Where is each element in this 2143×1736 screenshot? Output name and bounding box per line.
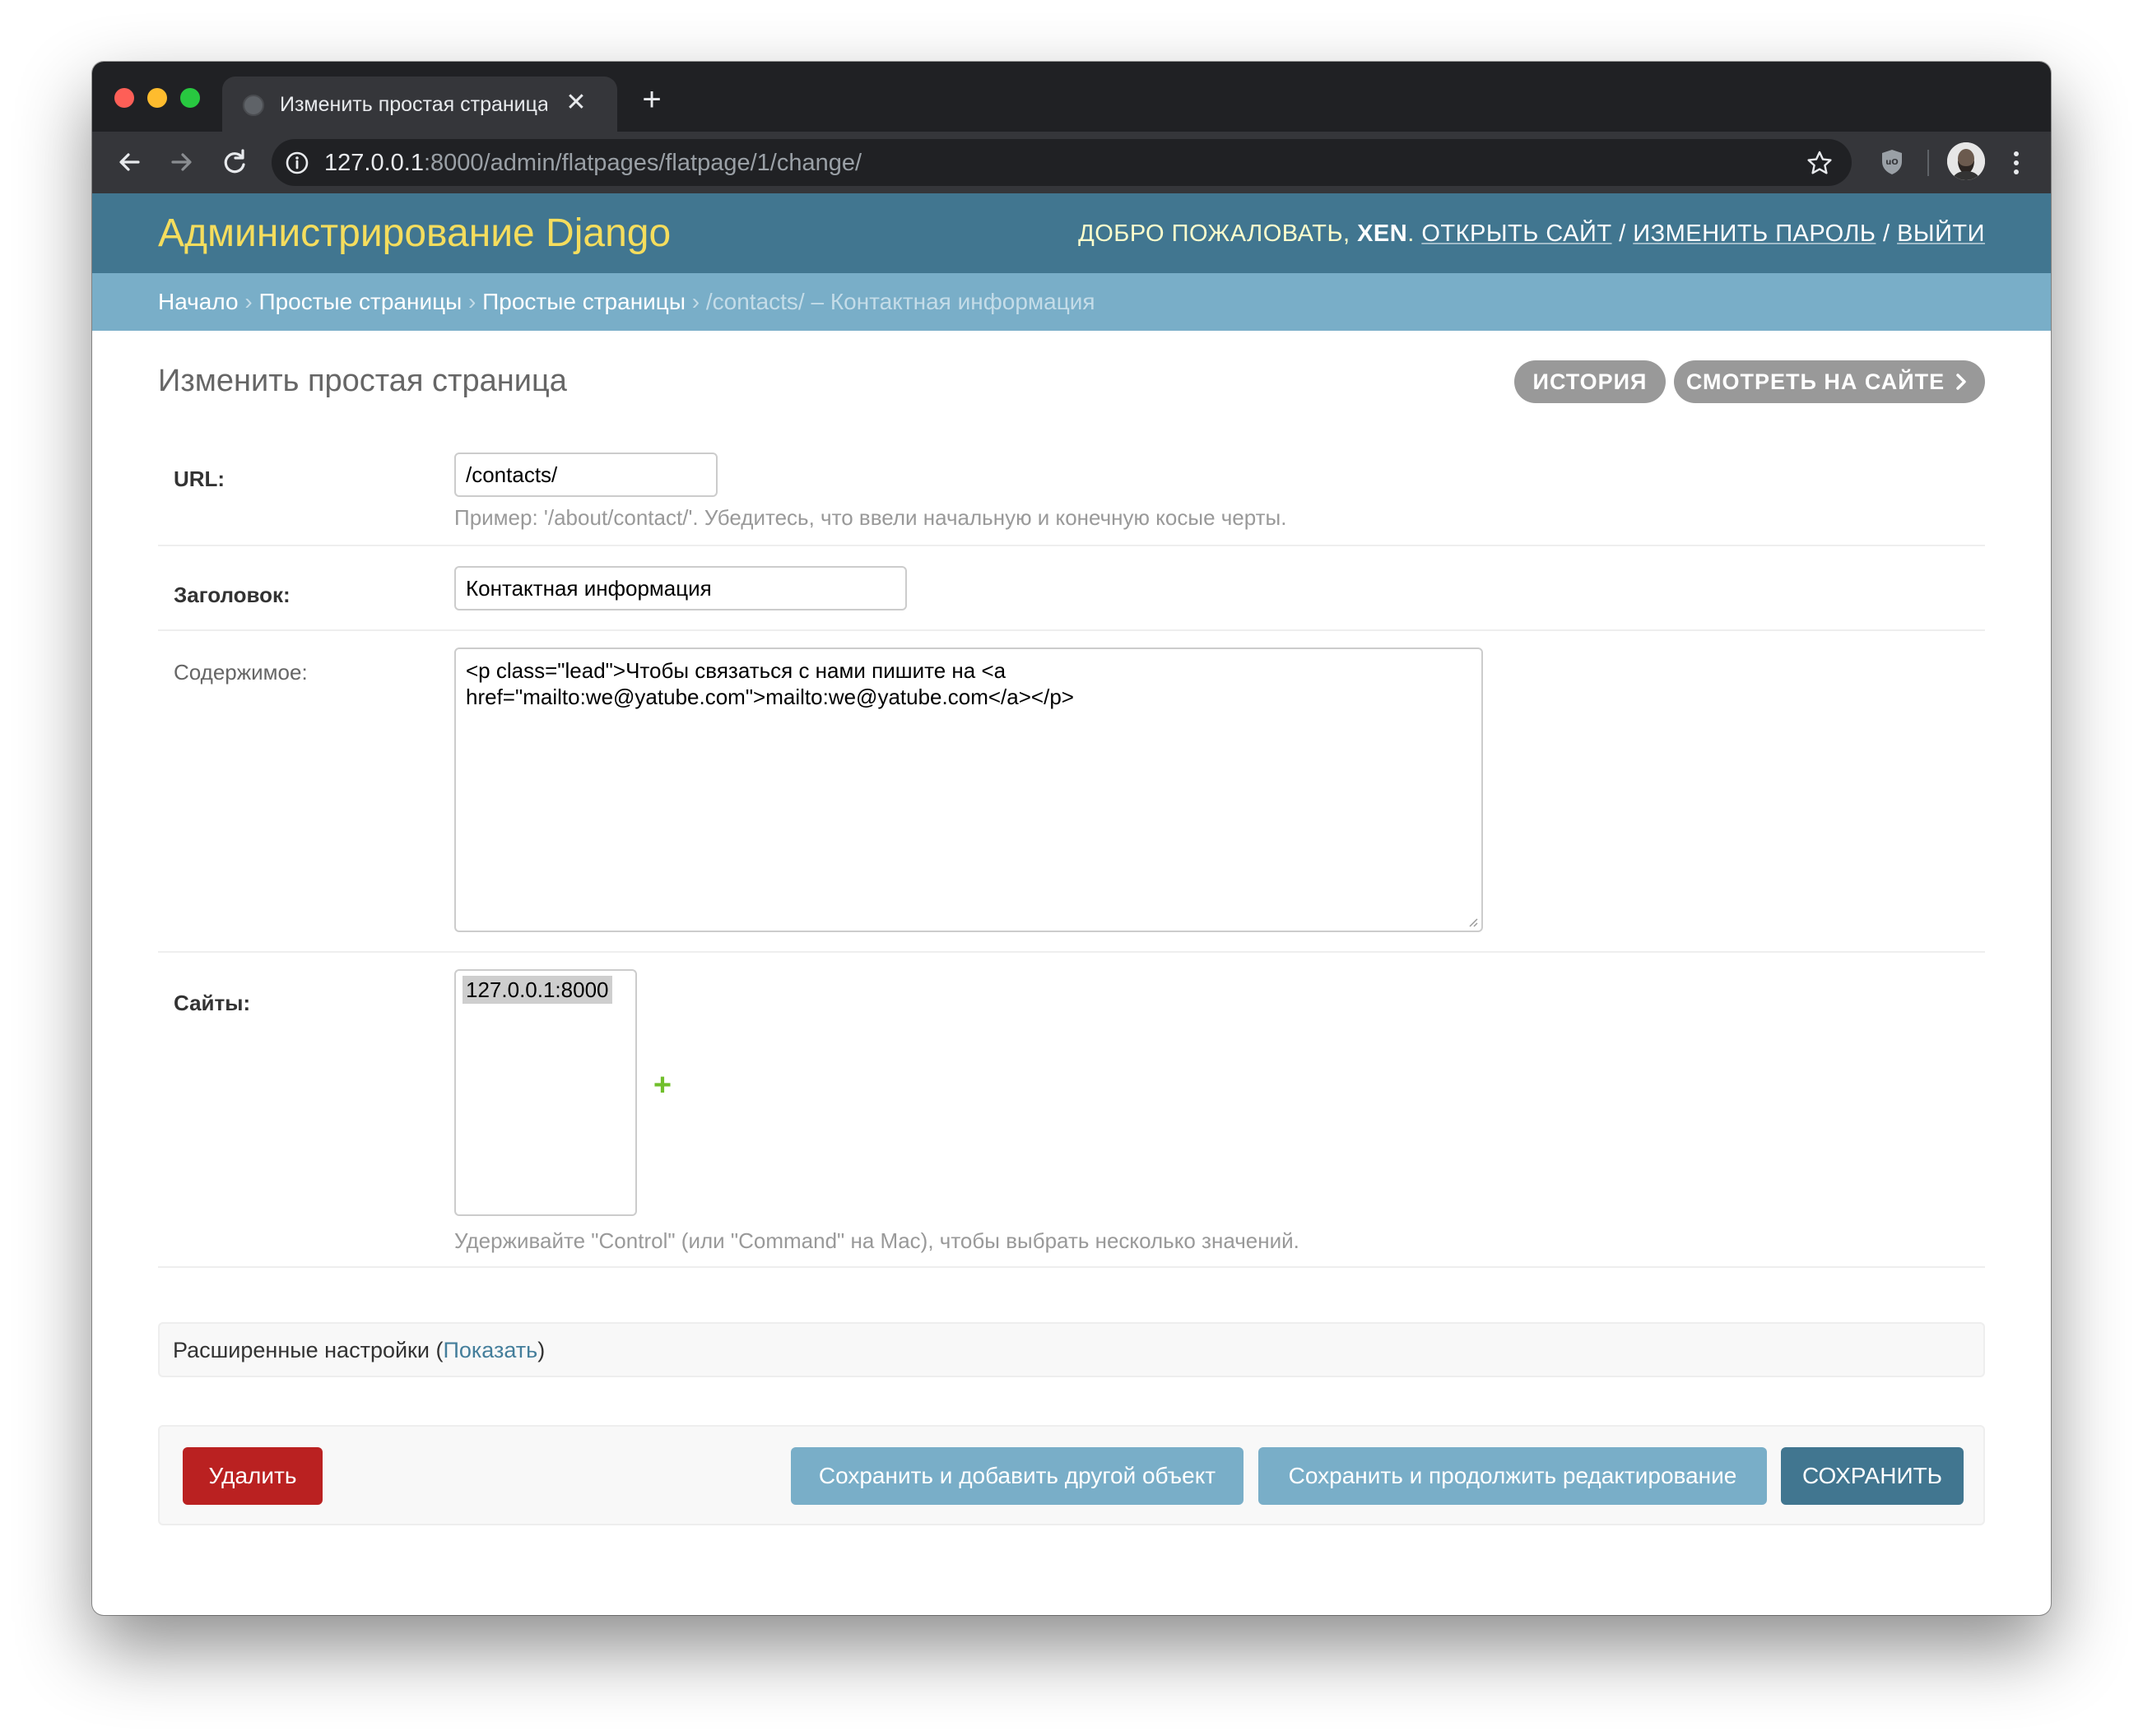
close-window-button[interactable]	[114, 88, 134, 108]
browser-window: Изменить простая страница | Администриро…	[92, 62, 2051, 1615]
maximize-window-button[interactable]	[180, 88, 200, 108]
tab-close-icon[interactable]: ✕	[561, 88, 591, 118]
admin-header: Администрирование Django ДОБРО ПОЖАЛОВАТ…	[92, 193, 2051, 273]
save-button[interactable]: СОХРАНИТЬ	[1781, 1447, 1964, 1505]
form-row-sites: Сайты: 127.0.0.1:8000 + Удерживайте "Con…	[158, 953, 1985, 1268]
breadcrumb: Начало › Простые страницы › Простые стра…	[92, 273, 2051, 331]
tab-title: Изменить простая страница | Администриро…	[280, 93, 547, 116]
sites-label: Сайты:	[174, 991, 251, 1015]
content-label: Содержимое:	[174, 660, 308, 685]
title-label: Заголовок:	[174, 583, 291, 607]
content-textarea[interactable]: <p class="lead">Чтобы связаться с нами п…	[454, 648, 1483, 932]
url-input[interactable]: /contacts/	[454, 453, 718, 497]
url-help-text: Пример: '/about/contact/'. Убедитесь, чт…	[454, 505, 1287, 530]
new-tab-button[interactable]: +	[635, 83, 668, 116]
breadcrumb-separator: ›	[691, 289, 700, 314]
info-icon[interactable]	[285, 151, 309, 175]
welcome-text: ДОБРО ПОЖАЛОВАТЬ,	[1078, 220, 1350, 247]
form-row-title: Заголовок: Контактная информация	[158, 546, 1985, 631]
chevron-right-icon	[1956, 374, 1966, 390]
username-suffix: .	[1407, 220, 1415, 247]
browser-tab-bar: Изменить простая страница | Администриро…	[92, 62, 2051, 132]
user-tools: ДОБРО ПОЖАЛОВАТЬ, XEN. ОТКРЫТЬ САЙТ / ИЗ…	[1078, 220, 1985, 248]
sites-option[interactable]: 127.0.0.1:8000	[463, 976, 612, 1004]
reload-icon[interactable]	[216, 143, 253, 181]
logout-link[interactable]: ВЫЙТИ	[1897, 220, 1985, 247]
minimize-window-button[interactable]	[147, 88, 167, 108]
delete-button[interactable]: Удалить	[183, 1447, 323, 1505]
add-site-plus-icon[interactable]: +	[650, 1070, 675, 1101]
user-tools-separator: /	[1619, 220, 1626, 247]
back-icon[interactable]	[110, 143, 148, 181]
breadcrumb-model[interactable]: Простые страницы	[482, 289, 686, 314]
view-on-site-button[interactable]: СМОТРЕТЬ НА САЙТЕ	[1674, 360, 1985, 403]
site-branding[interactable]: Администрирование Django	[158, 211, 671, 257]
advanced-settings-heading: Расширенные настройки (Показать)	[173, 1337, 545, 1363]
view-site-link[interactable]: ОТКРЫТЬ САЙТ	[1421, 220, 1611, 247]
resize-grip-icon[interactable]	[1466, 915, 1479, 928]
form-row-url: URL: /contacts/ Пример: '/about/contact/…	[158, 440, 1985, 546]
url-label: URL:	[174, 466, 225, 491]
breadcrumb-current: /contacts/ – Контактная информация	[705, 289, 1095, 314]
toolbar-divider	[1927, 150, 1929, 176]
save-and-continue-button[interactable]: Сохранить и продолжить редактирование	[1258, 1447, 1767, 1505]
shield-extension-icon[interactable]: uO	[1876, 146, 1908, 178]
browser-toolbar: 127.0.0.1:8000/admin/flatpages/flatpage/…	[92, 132, 2051, 193]
bookmark-star-icon[interactable]	[1806, 149, 1834, 177]
breadcrumb-separator: ›	[468, 289, 476, 314]
breadcrumb-trail: Начало › Простые страницы › Простые стра…	[158, 289, 1095, 315]
username: XEN	[1357, 220, 1408, 247]
view-on-site-label: СМОТРЕТЬ НА САЙТЕ	[1685, 369, 1945, 394]
breadcrumb-app[interactable]: Простые страницы	[258, 289, 462, 314]
breadcrumb-home[interactable]: Начало	[158, 289, 239, 314]
sites-help-text: Удерживайте "Control" (или "Command" на …	[454, 1228, 1299, 1253]
forward-icon[interactable]	[163, 143, 201, 181]
sites-select[interactable]: 127.0.0.1:8000	[454, 969, 637, 1216]
profile-avatar[interactable]	[1947, 142, 1985, 180]
advanced-settings-fieldset: Расширенные настройки (Показать)	[158, 1322, 1985, 1377]
url-path: :8000/admin/flatpages/flatpage/1/change/	[423, 150, 862, 176]
page-title: Изменить простая страница	[158, 364, 567, 398]
change-password-link[interactable]: ИЗМЕНИТЬ ПАРОЛЬ	[1633, 220, 1876, 247]
browser-tab[interactable]: Изменить простая страница | Администриро…	[222, 77, 617, 132]
save-and-add-another-button[interactable]: Сохранить и добавить другой объект	[791, 1447, 1243, 1505]
advanced-settings-label: Расширенные настройки (	[173, 1338, 444, 1362]
advanced-settings-close: )	[537, 1338, 546, 1362]
more-vert-icon[interactable]	[2008, 146, 2024, 179]
form-row-content: Содержимое: <p class="lead">Чтобы связат…	[158, 631, 1985, 953]
title-input[interactable]: Контактная информация	[454, 566, 907, 610]
content-text: <p class="lead">Чтобы связаться с нами п…	[466, 658, 1074, 709]
advanced-settings-toggle[interactable]: Показать	[443, 1338, 537, 1362]
address-bar[interactable]: 127.0.0.1:8000/admin/flatpages/flatpage/…	[272, 139, 1852, 186]
submit-row: Удалить Сохранить и добавить другой объе…	[158, 1425, 1985, 1525]
user-tools-separator: /	[1882, 220, 1890, 247]
address-url: 127.0.0.1:8000/admin/flatpages/flatpage/…	[324, 151, 862, 175]
breadcrumb-separator: ›	[244, 289, 253, 314]
url-host: 127.0.0.1	[324, 150, 424, 176]
svg-text:uO: uO	[1885, 158, 1899, 167]
history-button[interactable]: ИСТОРИЯ	[1514, 360, 1666, 403]
globe-icon	[243, 95, 264, 116]
